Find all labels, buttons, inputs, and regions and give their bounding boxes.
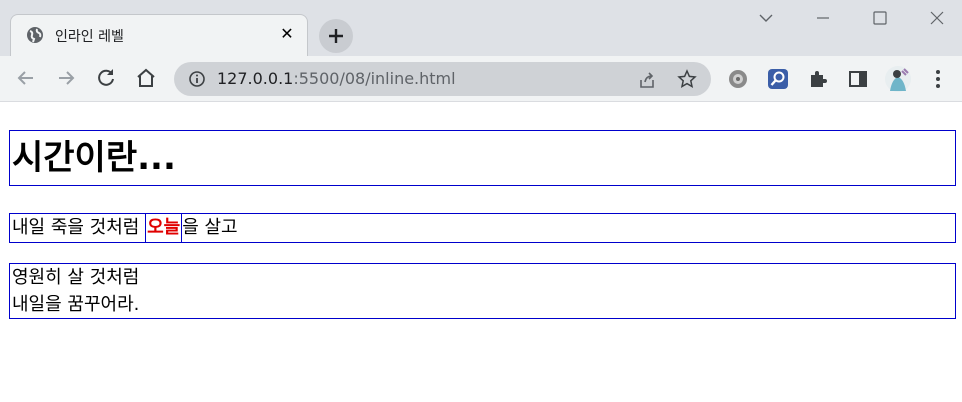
globe-icon [27, 27, 43, 43]
reload-icon[interactable] [94, 66, 118, 90]
search-extension-icon[interactable] [766, 67, 790, 91]
maximize-icon[interactable] [865, 6, 895, 30]
forward-icon[interactable] [54, 66, 78, 90]
settings-extension-icon[interactable] [726, 67, 750, 91]
new-tab-button[interactable] [319, 19, 353, 53]
highlight-span: 오늘 [145, 214, 183, 242]
tab-title: 인라인 레벨 [55, 29, 124, 45]
tab-strip: 인라인 레벨 ✕ [0, 0, 962, 56]
paragraph-today: 내일 죽을 것처럼 오늘 을 살고 [9, 213, 956, 243]
paragraph-line-2: 내일을 꿈꾸어라. [12, 294, 140, 315]
paragraph-forever: 영원히 살 것처럼 내일을 꿈꾸어라. [9, 263, 956, 319]
page-viewport: 시간이란... 내일 죽을 것처럼 오늘 을 살고 영원히 살 것처럼 내일을 꿈… [0, 102, 962, 402]
paragraph-line-1: 영원히 살 것처럼 [12, 267, 140, 288]
home-icon[interactable] [134, 66, 158, 90]
paragraph-text-before: 내일 죽을 것처럼 [12, 217, 146, 238]
more-menu-icon[interactable] [926, 67, 950, 91]
url-host: 127.0.0.1 [217, 69, 294, 88]
puzzle-icon[interactable] [806, 67, 830, 91]
url-path: :5500/08/inline.html [293, 69, 456, 88]
url-text: 127.0.0.1:5500/08/inline.html [217, 69, 456, 88]
share-icon[interactable] [637, 70, 657, 90]
chevron-down-icon[interactable] [751, 6, 781, 30]
close-icon[interactable]: ✕ [277, 24, 297, 44]
page-heading: 시간이란... [9, 130, 956, 186]
paragraph-text-after: 을 살고 [182, 217, 238, 238]
toolbar: 127.0.0.1:5500/08/inline.html [0, 56, 962, 102]
profile-avatar[interactable] [884, 65, 912, 93]
side-panel-icon[interactable] [846, 67, 870, 91]
back-icon[interactable] [14, 66, 38, 90]
star-icon[interactable] [677, 69, 697, 89]
plus-icon [329, 29, 343, 43]
browser-chrome: 인라인 레벨 ✕ 127.0.0.1:5500/08/inline.html [0, 0, 962, 102]
window-close-icon[interactable] [922, 6, 952, 30]
address-bar[interactable]: 127.0.0.1:5500/08/inline.html [174, 62, 711, 96]
tab-active[interactable]: 인라인 레벨 ✕ [10, 14, 308, 56]
info-icon[interactable] [188, 70, 206, 88]
minimize-icon[interactable] [808, 6, 838, 30]
